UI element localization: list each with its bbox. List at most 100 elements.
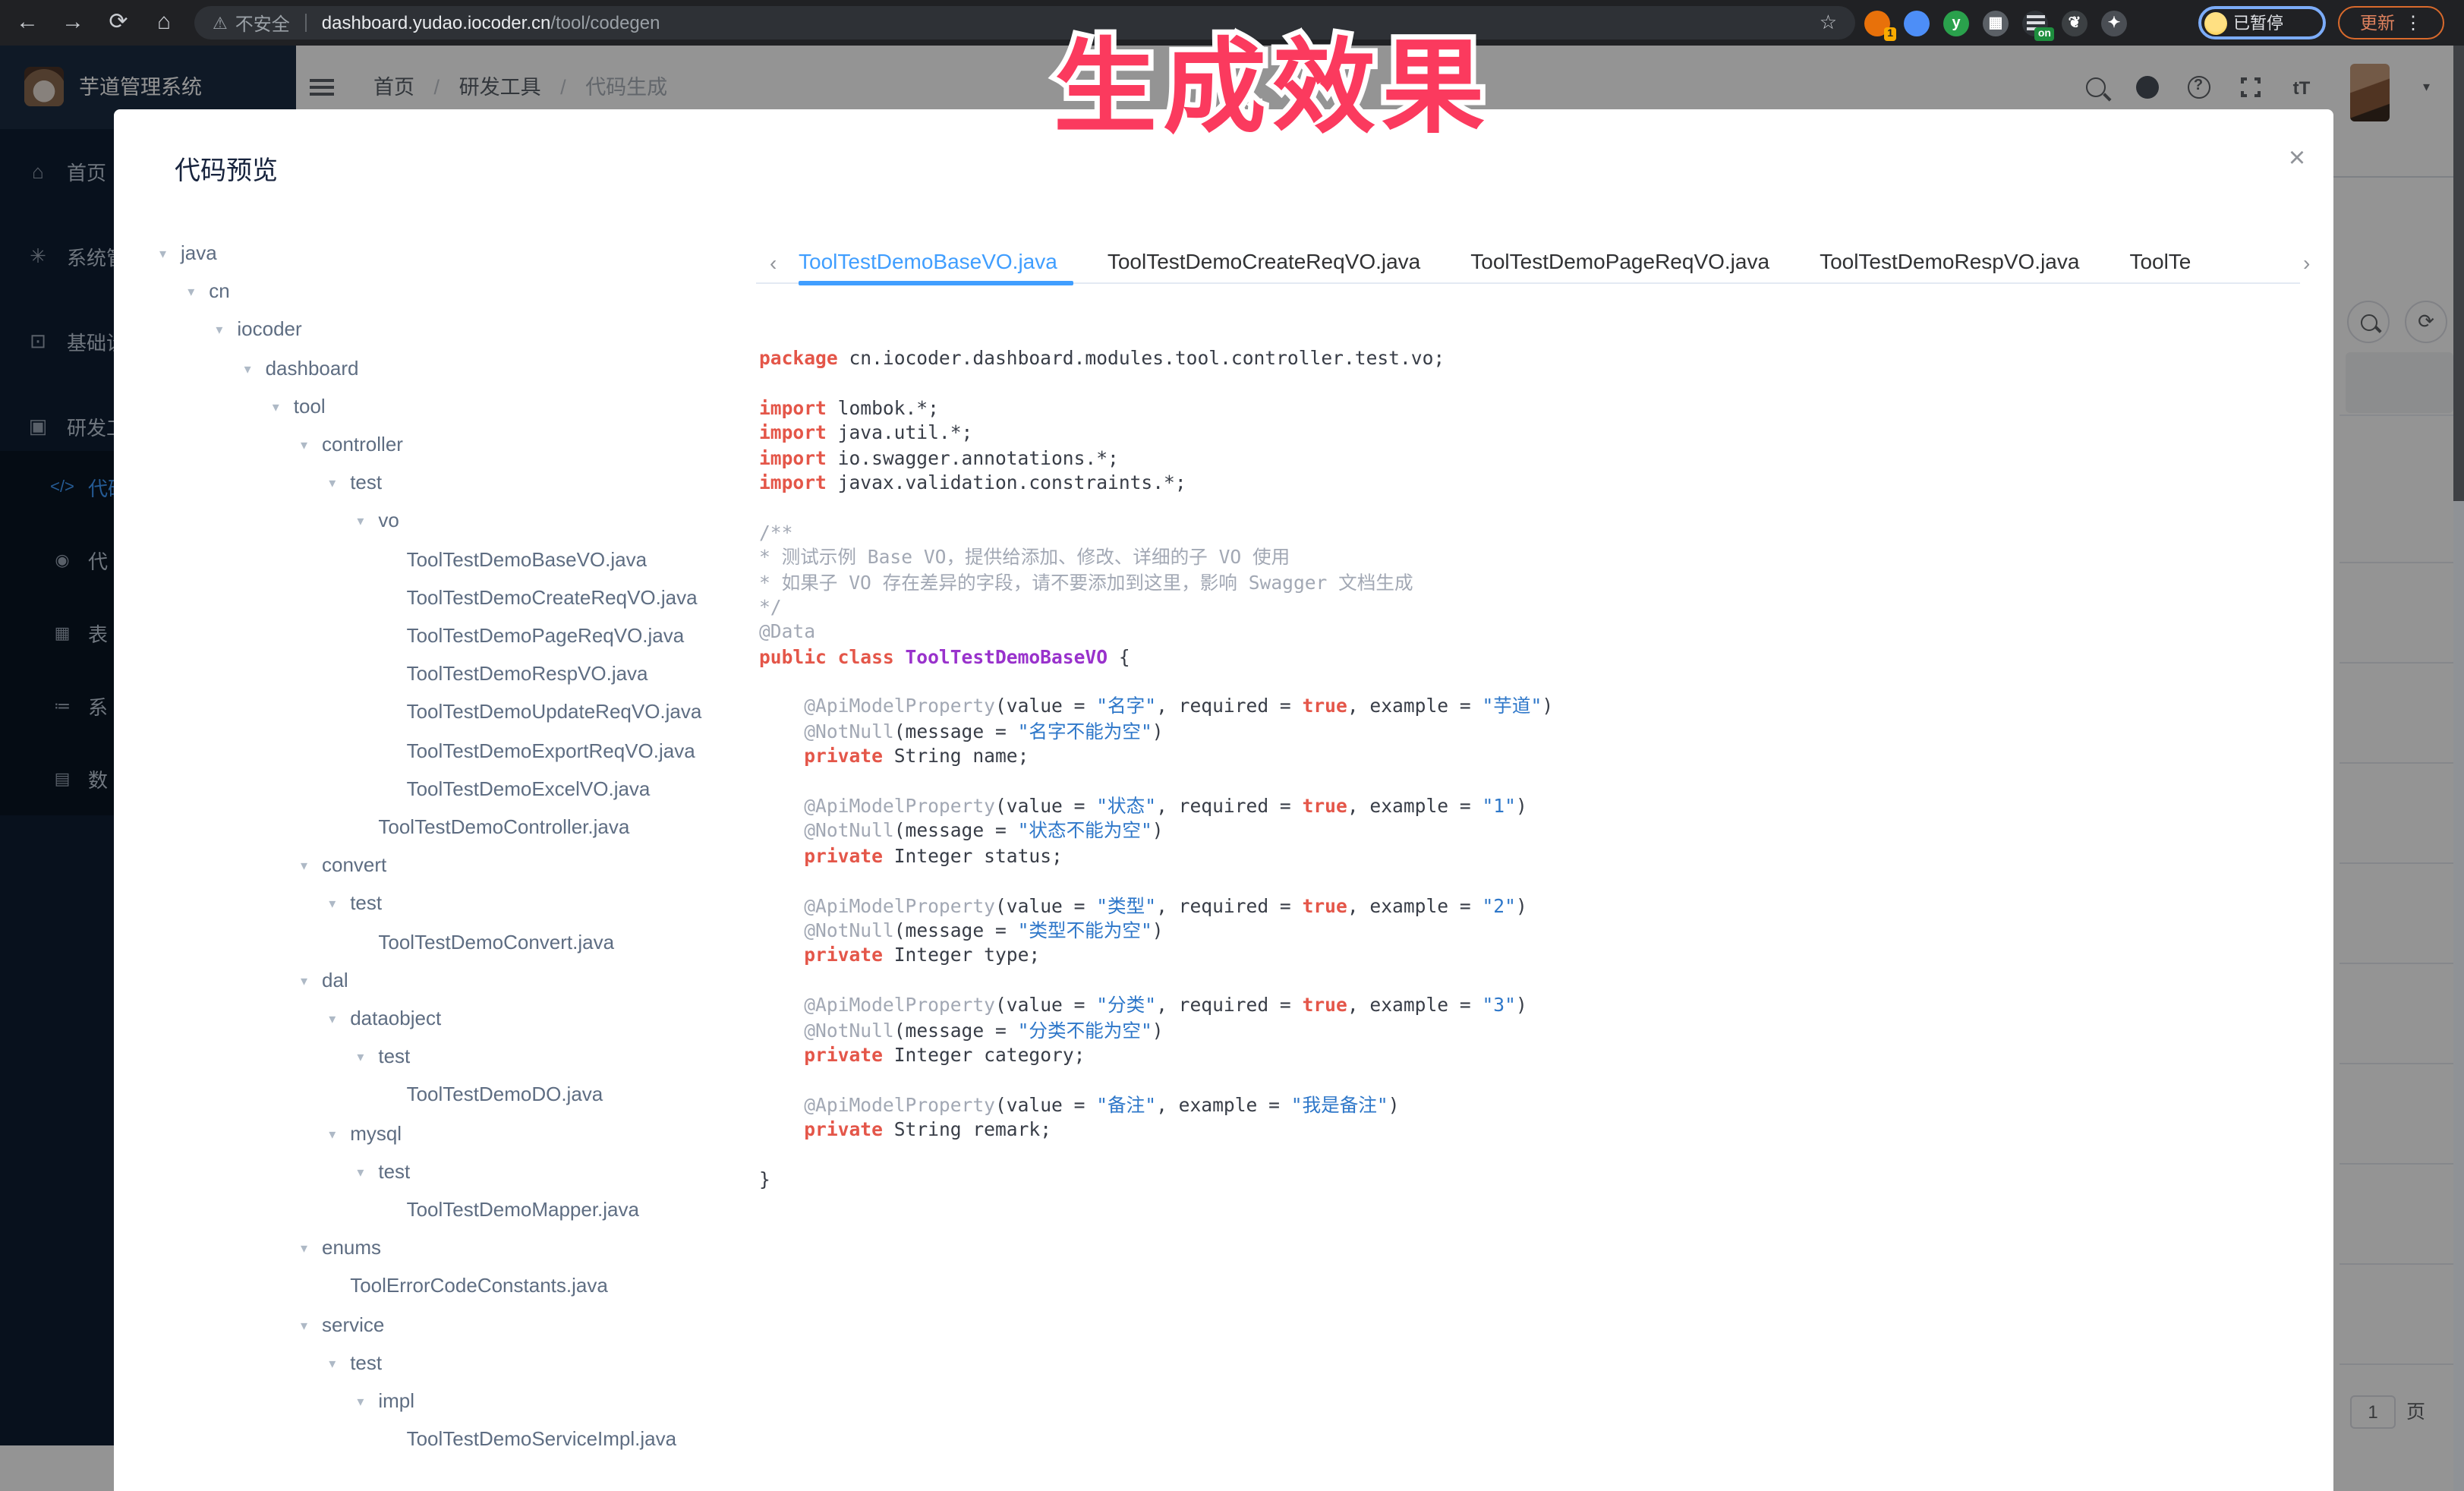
tree-node-label[interactable]: ToolTestDemoPageReqVO.java bbox=[407, 621, 685, 651]
file-tab[interactable]: ToolTestDemoRespVO.java bbox=[1820, 240, 2079, 285]
code-line bbox=[759, 868, 2292, 894]
tabs-prev-icon[interactable]: ‹ bbox=[770, 240, 777, 285]
code-line: @ApiModelProperty(value = "状态", required… bbox=[759, 794, 2292, 819]
file-tab[interactable]: ToolTestDemoCreateReqVO.java bbox=[1108, 240, 1420, 285]
tree-node-label[interactable]: test bbox=[350, 889, 382, 919]
tree-node-label[interactable]: ToolTestDemoUpdateReqVO.java bbox=[407, 698, 702, 728]
browser-reload-icon[interactable]: ⟳ bbox=[100, 0, 137, 46]
caret-down-icon[interactable]: ▾ bbox=[329, 1118, 336, 1149]
profile-emoji-icon bbox=[2204, 11, 2227, 34]
code-line bbox=[759, 969, 2292, 994]
tree-node-label[interactable]: ToolTestDemoController.java bbox=[378, 812, 629, 843]
caret-down-icon[interactable]: ▾ bbox=[329, 1004, 336, 1034]
browser-update-button[interactable]: 更新 ⋮ bbox=[2338, 6, 2444, 39]
caret-down-icon[interactable]: ▾ bbox=[357, 1386, 364, 1417]
address-bar[interactable]: ⚠ 不安全 dashboard.yudao.iocoder.cn /tool/c… bbox=[194, 6, 1855, 39]
tree-node-label[interactable]: service bbox=[322, 1310, 384, 1340]
close-icon[interactable]: × bbox=[2282, 143, 2312, 176]
caret-down-icon[interactable]: ▾ bbox=[301, 850, 307, 881]
file-tab[interactable]: ToolTestDemoPageReqVO.java bbox=[1470, 240, 1769, 285]
code-line bbox=[759, 670, 2292, 695]
code-line bbox=[759, 496, 2292, 521]
scrollbar-thumb[interactable] bbox=[2453, 46, 2464, 501]
file-tab[interactable]: ToolTe bbox=[2129, 240, 2191, 285]
code-line: private String name; bbox=[759, 745, 2292, 770]
code-line: @ApiModelProperty(value = "分类", required… bbox=[759, 993, 2292, 1018]
caret-down-icon[interactable]: ▾ bbox=[301, 1310, 307, 1340]
extension-drop-icon[interactable] bbox=[1904, 10, 1930, 36]
caret-down-icon[interactable]: ▾ bbox=[329, 889, 336, 919]
tree-node-label[interactable]: dataobject bbox=[350, 1004, 441, 1034]
url-host: dashboard.yudao.iocoder.cn bbox=[322, 12, 551, 33]
caret-down-icon[interactable]: ▾ bbox=[159, 238, 166, 269]
tree-node-label[interactable]: ToolTestDemoServiceImpl.java bbox=[407, 1424, 676, 1455]
browser-forward-icon[interactable]: → bbox=[55, 0, 91, 46]
active-tab-indicator bbox=[799, 281, 1073, 285]
tabs-next-icon[interactable]: › bbox=[2303, 240, 2310, 285]
screen: ← → ⟳ ⌂ ⚠ 不安全 dashboard.yudao.iocoder.cn… bbox=[0, 0, 2464, 1491]
bookmark-star-icon[interactable]: ☆ bbox=[1820, 11, 1837, 35]
caret-down-icon[interactable]: ▾ bbox=[301, 966, 307, 996]
tree-node-label[interactable]: ToolTestDemoMapper.java bbox=[407, 1195, 639, 1225]
code-viewer[interactable]: package cn.iocoder.dashboard.modules.too… bbox=[759, 346, 2292, 1193]
caret-down-icon[interactable]: ▾ bbox=[244, 353, 251, 383]
scrollbar-track[interactable] bbox=[2453, 501, 2464, 1491]
browser-menu-icon[interactable]: ⋮ bbox=[2404, 12, 2422, 33]
tree-node-label[interactable]: ToolTestDemoCreateReqVO.java bbox=[407, 583, 698, 613]
code-line: @Data bbox=[759, 620, 2292, 645]
caret-down-icon[interactable]: ▾ bbox=[357, 1042, 364, 1072]
tree-node-label[interactable]: test bbox=[350, 1348, 382, 1379]
tree-node-label[interactable]: java bbox=[181, 238, 217, 269]
tree-node-label[interactable]: test bbox=[378, 1157, 410, 1187]
tree-node-label[interactable]: convert bbox=[322, 850, 386, 881]
tree-node-label[interactable]: ToolTestDemoBaseVO.java bbox=[407, 544, 648, 575]
extension-y-icon[interactable]: y bbox=[1943, 10, 1969, 36]
browser-back-icon[interactable]: ← bbox=[9, 0, 46, 46]
caret-down-icon[interactable]: ▾ bbox=[329, 1348, 336, 1379]
browser-profile-chip[interactable]: 已暂停 bbox=[2198, 6, 2326, 39]
tree-node-label[interactable]: dashboard bbox=[266, 353, 359, 383]
code-line: @NotNull(message = "名字不能为空") bbox=[759, 720, 2292, 745]
tree-node-label[interactable]: vo bbox=[378, 506, 399, 537]
caret-down-icon[interactable]: ▾ bbox=[301, 430, 307, 460]
tree-node-label[interactable]: iocoder bbox=[237, 315, 301, 345]
tree-node-label[interactable]: controller bbox=[322, 430, 403, 460]
tree-node-label[interactable]: mysql bbox=[350, 1118, 402, 1149]
security-warning-icon[interactable]: ⚠ bbox=[213, 13, 228, 33]
tree-node-label[interactable]: dal bbox=[322, 966, 348, 996]
tree-node-label[interactable]: enums bbox=[322, 1233, 381, 1263]
extension-puzzle-icon[interactable]: ✦ bbox=[2101, 10, 2127, 36]
caret-down-icon[interactable]: ▾ bbox=[273, 392, 279, 422]
caret-down-icon[interactable]: ▾ bbox=[357, 506, 364, 537]
code-line: private Integer category; bbox=[759, 1043, 2292, 1068]
tree-node-label[interactable]: tool bbox=[294, 392, 326, 422]
extensions-area: 1 y ▦ on ❦ ✦ bbox=[1864, 0, 2127, 46]
tree-node-label[interactable]: test bbox=[378, 1042, 410, 1072]
tree-node-label[interactable]: ToolErrorCodeConstants.java bbox=[350, 1272, 608, 1302]
extension-grid-icon[interactable]: ▦ bbox=[1983, 10, 2009, 36]
tree-node-label[interactable]: ToolTestDemoExportReqVO.java bbox=[407, 736, 695, 766]
tree-node-label[interactable]: ToolTestDemoExcelVO.java bbox=[407, 774, 651, 805]
tree-node-label[interactable]: cn bbox=[209, 276, 229, 307]
code-line: private Integer status; bbox=[759, 844, 2292, 869]
code-line: public class ToolTestDemoBaseVO { bbox=[759, 645, 2292, 670]
caret-down-icon[interactable]: ▾ bbox=[357, 1157, 364, 1187]
file-tab[interactable]: ToolTestDemoBaseVO.java bbox=[799, 240, 1057, 285]
code-line bbox=[759, 371, 2292, 396]
tree-node-label[interactable]: impl bbox=[378, 1386, 414, 1417]
extension-leaf-icon[interactable]: ❦ bbox=[2062, 10, 2087, 36]
caret-down-icon[interactable]: ▾ bbox=[301, 1233, 307, 1263]
caret-down-icon[interactable]: ▾ bbox=[216, 315, 222, 345]
tree-node-label[interactable]: ToolTestDemoDO.java bbox=[407, 1080, 603, 1111]
browser-home-icon[interactable]: ⌂ bbox=[146, 0, 182, 46]
tree-node-label[interactable]: test bbox=[350, 468, 382, 498]
update-label: 更新 bbox=[2360, 11, 2395, 35]
security-label: 不安全 bbox=[235, 10, 290, 36]
extension-orange-icon[interactable]: 1 bbox=[1864, 10, 1890, 36]
code-line: * 如果子 VO 存在差异的字段，请不要添加到这里，影响 Swagger 文档生… bbox=[759, 570, 2292, 595]
extension-list-icon[interactable]: on bbox=[2022, 10, 2048, 36]
tree-node-label[interactable]: ToolTestDemoConvert.java bbox=[378, 927, 614, 957]
caret-down-icon[interactable]: ▾ bbox=[187, 276, 194, 307]
tree-node-label[interactable]: ToolTestDemoRespVO.java bbox=[407, 659, 648, 689]
caret-down-icon[interactable]: ▾ bbox=[329, 468, 336, 498]
